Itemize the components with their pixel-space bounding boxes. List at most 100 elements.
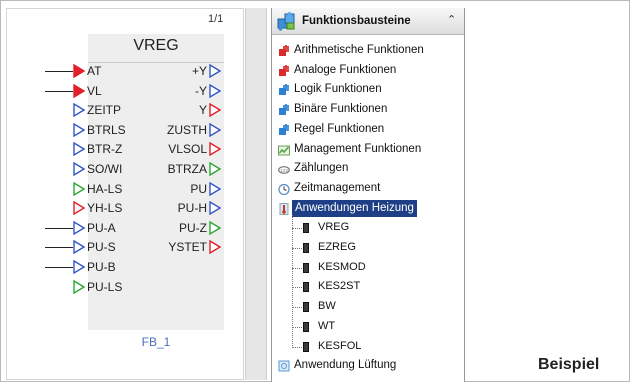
port-triangle-icon[interactable] [209,122,221,137]
port-triangle-icon[interactable] [209,181,221,196]
function-block-canvas[interactable]: 1/1 VREG FB_1 AT VL ZEITP BTRLS BTR-Z SO/WI HA… [6,8,244,380]
tree-connector [292,248,302,249]
output-port-label: VLSOL [168,142,207,157]
port-triangle-icon[interactable] [209,83,221,98]
port-triangle-icon[interactable] [73,83,85,98]
port-triangle-icon[interactable] [209,64,221,78]
panel-splitter[interactable] [245,8,267,380]
input-port-label: PU-A [87,220,116,235]
puzzle-header-icon [277,12,295,31]
port-triangle-icon[interactable] [209,162,221,176]
output-port-label: PU [190,181,207,196]
output-port-label: ZUSTH [167,122,207,137]
input-port-label: YH-LS [87,201,123,216]
input-port-label: ZEITP [87,103,122,118]
puzzle-blue-icon [279,123,289,135]
input-port-label: AT [87,64,102,78]
tree-category-label: Zählungen [294,162,349,175]
port-triangle-icon[interactable] [209,240,221,255]
svg-text:123: 123 [280,168,288,173]
input-wire[interactable] [45,90,73,92]
port-triangle-icon[interactable] [73,201,85,216]
input-port-label: BTRLS [87,122,126,137]
port-triangle-icon[interactable] [73,64,85,78]
port-triangle-icon[interactable] [209,142,221,157]
input-port-label: PU-LS [87,279,123,294]
input-wire[interactable] [45,227,73,229]
block-icon [303,243,309,253]
block-icon [303,302,309,313]
input-port-label: PU-B [87,260,116,274]
output-port-label: Y [198,103,207,118]
port-triangle-icon[interactable] [209,220,221,235]
tree-category-label: Logik Funktionen [294,83,382,96]
puzzle-blue-icon [279,104,289,116]
chart-icon [278,145,290,155]
tree-block-label: KESMOD [318,260,366,273]
tree-category-label: Management Funktionen [294,142,422,155]
block-icon [303,341,309,352]
panel-title: Funktionsbausteine [302,15,411,27]
port-triangle-icon[interactable] [73,142,85,157]
port-triangle-icon[interactable] [209,201,221,216]
tree-connector [292,326,302,328]
tree-connector [292,287,302,289]
block-icon [303,321,309,332]
puzzle-red-icon [279,45,289,56]
tree-block-label: EZREG [318,241,356,253]
block-icon [303,262,309,273]
tree-block-label: KESFOL [318,339,362,352]
output-port-label: PU-Z [179,220,207,235]
clock-icon [278,183,290,195]
input-wire[interactable] [45,71,73,72]
tree-block-label: BW [318,300,336,313]
tree-category-label: Anwendung Lüftung [294,359,397,372]
input-port-label: PU-S [87,240,116,255]
input-port-label: SO/WI [87,162,123,176]
block-instance-name[interactable]: FB_1 [88,335,224,349]
block-title-divider [88,62,224,63]
tree-connector [292,307,302,309]
tree-connector [292,267,302,269]
output-port-label: BTRZA [167,162,207,176]
tree-category-label: Anwendungen Heizung [292,199,417,217]
counter-icon: 123 [278,166,290,175]
tree-connector [292,228,302,230]
input-wire[interactable] [45,247,73,249]
puzzle-red-icon [279,64,289,76]
input-port-label: VL [87,83,102,98]
port-triangle-icon[interactable] [73,162,85,176]
input-port-label: HA-LS [87,181,123,196]
tree-block-label: WT [318,319,336,332]
page-indicator: 1/1 [208,13,224,25]
tree-category-label: Zeitmanagement [294,181,381,194]
tree-block-label: KES2ST [318,280,361,293]
port-triangle-icon[interactable] [73,122,85,137]
tree-connector [292,346,302,348]
port-triangle-icon[interactable] [73,181,85,196]
tree-category-label: Regel Funktionen [294,122,385,135]
block-title: VREG [133,37,179,54]
port-triangle-icon[interactable] [73,279,85,294]
output-port-label: YSTET [168,240,207,255]
block-icon [303,282,309,293]
input-wire[interactable] [45,267,73,268]
output-port-label: PU-H [177,201,207,216]
block-icon [303,223,309,234]
fan-icon [278,360,290,372]
port-triangle-icon[interactable] [73,260,85,274]
tree-category-label: Analoge Funktionen [294,63,397,76]
collapse-icon[interactable]: ⌃ [447,13,456,26]
tree-guide-line [292,215,293,347]
input-port-label: BTR-Z [87,142,123,157]
output-port-label: -Y [195,83,207,98]
caption: Beispiel [538,356,600,373]
tree-block-label: VREG [318,221,350,234]
tree-category-label: Binäre Funktionen [294,103,388,116]
port-triangle-icon[interactable] [209,103,221,118]
port-triangle-icon[interactable] [73,220,85,235]
puzzle-blue-icon [279,84,289,96]
port-triangle-icon[interactable] [73,240,85,255]
port-triangle-icon[interactable] [73,103,85,118]
function-library-panel: Funktionsbausteine ⌃ Arithmetische Funkt… [271,8,465,382]
